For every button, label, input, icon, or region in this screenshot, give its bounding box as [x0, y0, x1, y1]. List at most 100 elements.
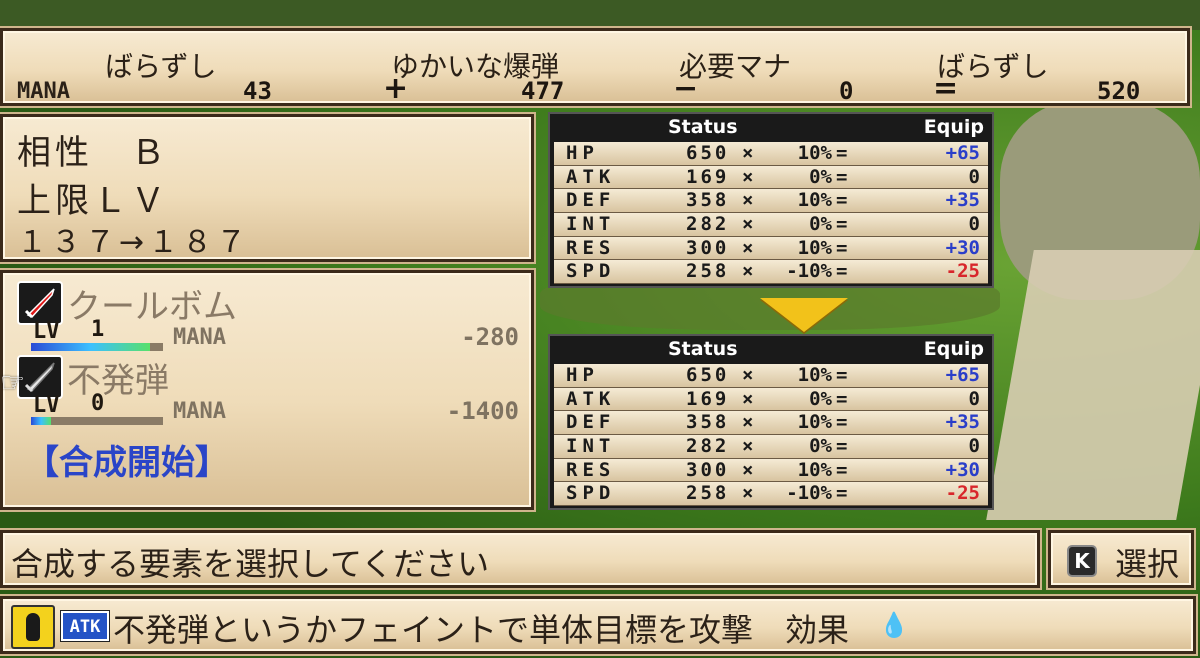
stat-bonus: +30 — [945, 236, 980, 259]
status-table-header: Status Equip — [550, 336, 992, 364]
ingredient-lv-label: LV — [33, 319, 60, 344]
status-table-result: Status Equip HP 650 × 10% = +65 ATK 169 × 0% = 0 DEF… — [548, 334, 994, 510]
background-shadow — [0, 0, 1200, 30]
equals-sign: = — [836, 411, 848, 434]
ingredient-level-bar-fill — [31, 417, 51, 425]
stat-row-hp: HP 650 × 10% = +65 — [554, 142, 988, 166]
multiply-sign: × — [742, 482, 754, 505]
stat-base: 650 — [686, 364, 730, 386]
status-table-header: Status Equip — [550, 114, 992, 142]
stat-base: 169 — [686, 387, 730, 410]
synthesis-info-panel: 相性 Ｂ 上限ＬＶ １３７→１８７ — [0, 114, 534, 262]
equip-header-label: Equip — [923, 116, 984, 138]
stat-name: DEF — [566, 411, 616, 434]
stat-row-spd: SPD 258 × -10% = -25 — [554, 260, 988, 285]
equals-sign: = — [836, 458, 848, 481]
ingredient-mana-label: MANA — [173, 399, 226, 424]
mana-label: MANA — [17, 79, 70, 104]
stat-name: HP — [566, 142, 599, 164]
stat-row-int: INT 282 × 0% = 0 — [554, 435, 988, 459]
down-arrow-icon — [760, 298, 848, 332]
stat-row-res: RES 300 × 10% = +30 — [554, 458, 988, 483]
stat-bonus: -25 — [945, 482, 980, 505]
equals-sign: = — [836, 236, 848, 259]
result-item-name: ばらずし — [937, 50, 1049, 83]
stat-percent: 10% — [797, 411, 832, 434]
stat-bonus: +65 — [945, 142, 980, 164]
stat-base: 358 — [686, 411, 730, 434]
multiply-sign: × — [742, 236, 754, 259]
stat-percent: 10% — [797, 236, 832, 259]
equals-sign: = — [836, 165, 848, 188]
status-header-label: Status — [668, 338, 738, 360]
multiply-sign: × — [742, 165, 754, 188]
stat-base: 169 — [686, 165, 730, 188]
start-synthesis-label: 【合成開始】 — [25, 443, 229, 483]
weapon-type-icon — [11, 605, 55, 649]
stat-name: HP — [566, 364, 599, 386]
stat-row-res: RES 300 × 10% = +30 — [554, 236, 988, 261]
stat-percent: -10% — [786, 482, 832, 505]
stat-bonus: +35 — [945, 189, 980, 212]
status-header-label: Status — [668, 116, 738, 138]
stat-bonus: +35 — [945, 411, 980, 434]
stat-percent: -10% — [786, 260, 832, 283]
stat-row-atk: ATK 169 × 0% = 0 — [554, 165, 988, 190]
stat-name: DEF — [566, 189, 616, 212]
stat-name: SPD — [566, 482, 616, 505]
stat-row-spd: SPD 258 × -10% = -25 — [554, 482, 988, 507]
water-drops-icon: 💧 — [879, 611, 909, 639]
stat-base: 650 — [686, 142, 730, 164]
stat-bonus: +65 — [945, 364, 980, 386]
item-description-panel: ATK 不発弾というかフェイントで単体目標を攻撃 効果 💧 — [0, 596, 1196, 654]
background-path — [986, 250, 1200, 520]
multiply-sign: × — [742, 260, 754, 283]
stat-base: 358 — [686, 189, 730, 212]
pointing-hand-cursor-icon: ☞ — [0, 366, 26, 399]
equals-sign: = — [836, 189, 848, 212]
stat-row-atk: ATK 169 × 0% = 0 — [554, 387, 988, 412]
stat-percent: 10% — [797, 189, 832, 212]
select-button[interactable]: K 選択 — [1048, 530, 1194, 588]
stat-name: RES — [566, 236, 616, 259]
stat-percent: 0% — [809, 213, 832, 236]
stat-name: ATK — [566, 387, 616, 410]
multiply-sign: × — [742, 213, 754, 236]
required-mana-value: 0 — [839, 77, 854, 105]
max-level-label: 上限ＬＶ — [17, 181, 169, 221]
ingredient-level-bar — [31, 343, 163, 351]
stat-percent: 0% — [809, 387, 832, 410]
stat-row-def: DEF 358 × 10% = +35 — [554, 411, 988, 436]
ingredient-name: 不発弾 — [67, 361, 169, 401]
atk-tag: ATK — [60, 610, 110, 642]
multiply-sign: × — [742, 364, 754, 386]
affinity-text: 相性 Ｂ — [17, 133, 169, 173]
stat-percent: 10% — [797, 142, 832, 164]
stat-base: 282 — [686, 213, 730, 236]
stat-bonus: -25 — [945, 260, 980, 283]
equals-sign: = — [836, 213, 848, 236]
multiply-sign: × — [742, 189, 754, 212]
base-item-name: ばらずし — [105, 50, 217, 83]
equals-sign: = — [836, 142, 848, 164]
ingredient-lv: 0 — [91, 391, 105, 416]
equals-sign: = — [836, 482, 848, 505]
ingredient-mana-label: MANA — [173, 325, 226, 350]
equals-sign: = — [836, 364, 848, 386]
stat-name: ATK — [566, 165, 616, 188]
ingredient-mana-cost: -280 — [461, 323, 519, 351]
stat-name: INT — [566, 435, 616, 458]
stat-base: 300 — [686, 236, 730, 259]
instruction-message: 合成する要素を選択してください — [11, 545, 490, 583]
stat-percent: 0% — [809, 165, 832, 188]
ingredient-level-bar-fill — [31, 343, 150, 351]
base-item-mana: 43 — [243, 77, 272, 105]
stat-bonus: +30 — [945, 458, 980, 481]
stat-percent: 10% — [797, 364, 832, 386]
ingredient-lv-label: LV — [33, 393, 60, 418]
result-item-mana: 520 — [1097, 77, 1141, 105]
select-label: 選択 — [1115, 545, 1180, 583]
multiply-sign: × — [742, 435, 754, 458]
multiply-sign: × — [742, 458, 754, 481]
stat-bonus: 0 — [968, 387, 980, 410]
